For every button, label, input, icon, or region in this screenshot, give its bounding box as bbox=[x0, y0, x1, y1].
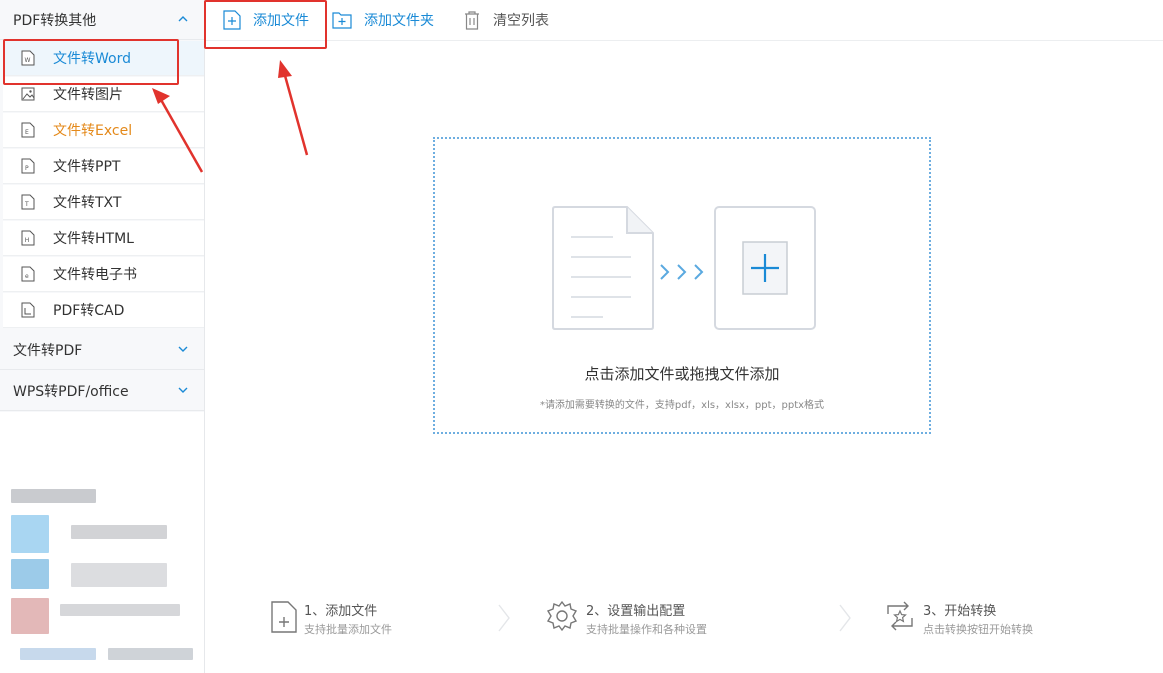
annotation-arrowhead-sidebar bbox=[152, 88, 170, 104]
annotation-arrowhead-toolbar bbox=[278, 60, 292, 78]
step-subtitle: 支持批量操作和各种设置 bbox=[586, 623, 707, 636]
gear-icon bbox=[546, 600, 578, 632]
step-title: 3、开始转换 bbox=[923, 604, 997, 619]
step-title: 2、设置输出配置 bbox=[586, 604, 686, 619]
annotation-arrow-sidebar bbox=[158, 97, 204, 173]
triple-chevron-right-icon bbox=[660, 264, 704, 280]
step-subtitle: 点击转换按钮开始转换 bbox=[923, 623, 1033, 636]
drop-zone-title: 点击添加文件或拖拽文件添加 bbox=[584, 365, 780, 383]
add-document-icon bbox=[714, 206, 816, 330]
file-drop-zone[interactable]: 点击添加文件或拖拽文件添加 *请添加需要转换的文件，支持pdf，xls，xlsx… bbox=[433, 137, 931, 434]
chevron-right-icon bbox=[498, 604, 510, 632]
chevron-right-icon bbox=[839, 604, 851, 632]
convert-icon bbox=[887, 601, 913, 631]
step-subtitle: 支持批量添加文件 bbox=[304, 623, 392, 636]
add-file-step-icon bbox=[271, 601, 297, 633]
drop-zone-hint: *请添加需要转换的文件，支持pdf，xls，xlsx，ppt，pptx格式 bbox=[539, 400, 825, 411]
step-title: 1、添加文件 bbox=[304, 604, 378, 619]
annotation-arrow-toolbar bbox=[282, 71, 309, 156]
document-icon bbox=[552, 206, 654, 330]
